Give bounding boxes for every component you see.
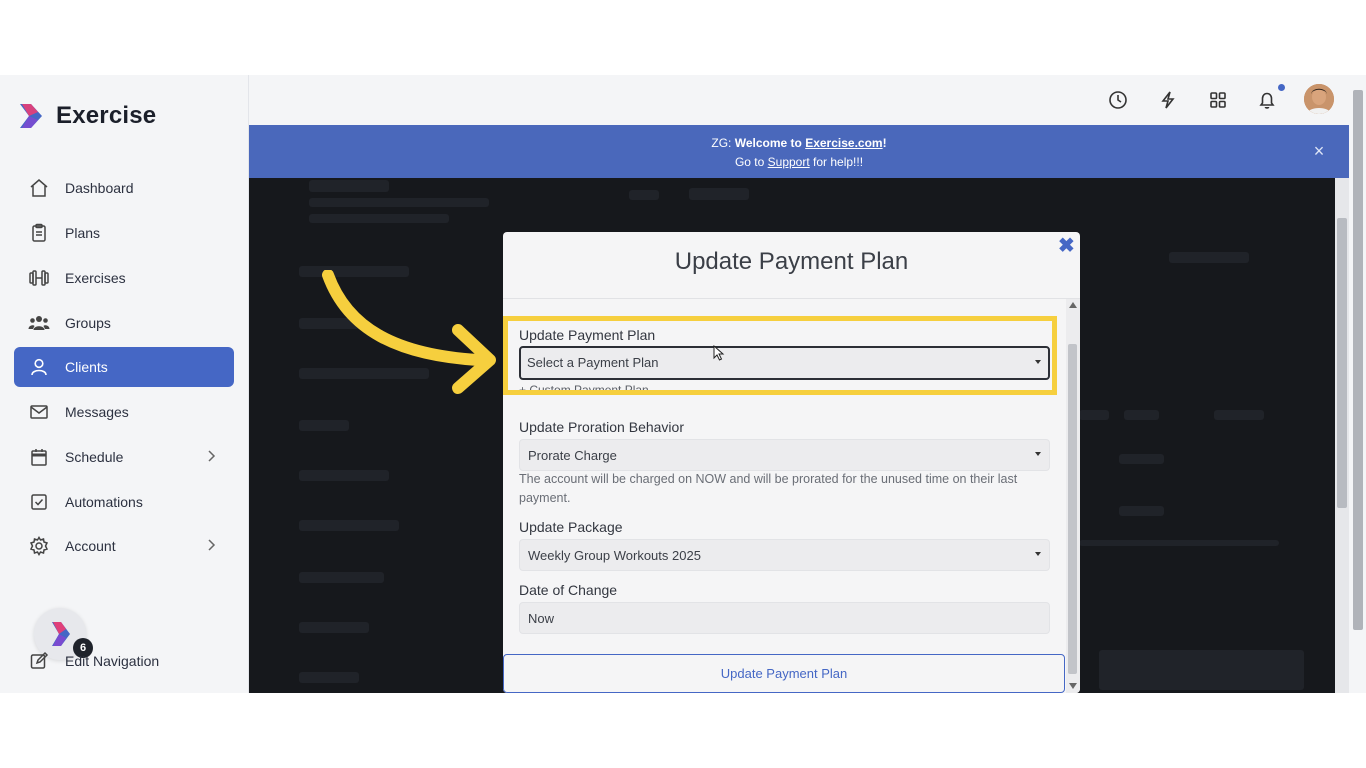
user-avatar[interactable] <box>1304 84 1334 114</box>
banner-welcome: Welcome to <box>734 136 806 150</box>
banner-help: for help!!! <box>809 155 864 169</box>
page-scrollbar[interactable] <box>1350 75 1366 693</box>
banner-exclaim: ! <box>882 136 887 150</box>
chevron-right-icon <box>206 538 216 555</box>
clipboard-icon <box>28 222 50 244</box>
content-scrollbar-thumb[interactable] <box>1337 218 1347 508</box>
sidebar-item-exercises[interactable]: Exercises <box>14 258 234 298</box>
sidebar-item-label: Exercises <box>65 270 126 286</box>
proration-help-text: The account will be charged on NOW and w… <box>519 472 1018 505</box>
bell-icon[interactable] <box>1255 88 1279 112</box>
update-payment-plan-modal: Update Payment Plan ✖ Update Proration B… <box>503 232 1080 693</box>
sidebar-item-label: Account <box>65 538 116 554</box>
modal-title: Update Payment Plan <box>674 248 909 275</box>
notification-dot <box>1278 84 1285 91</box>
brand[interactable]: Exercise <box>16 101 156 131</box>
payment-plan-label: Update Payment Plan <box>519 327 656 343</box>
support-link[interactable]: Support <box>768 155 810 169</box>
app-name: Exercise <box>56 102 157 129</box>
sidebar-item-groups[interactable]: Groups <box>14 303 234 343</box>
exercise-site-link[interactable]: Exercise.com <box>805 136 882 150</box>
app-window: Exercise Dashboard Plans Exercises Group… <box>0 75 1366 693</box>
chevron-down-icon <box>1035 360 1041 364</box>
home-icon <box>28 177 50 199</box>
top-bar <box>249 75 1366 125</box>
welcome-banner: ZG: Welcome to Exercise.com! Go to Suppo… <box>249 125 1349 178</box>
sidebar-item-messages[interactable]: Messages <box>14 392 234 432</box>
banner-line-2: Go to Support for help!!! <box>249 155 1349 169</box>
user-icon <box>28 356 50 378</box>
apps-grid-icon[interactable] <box>1206 88 1230 112</box>
proration-select-value: Prorate Charge <box>528 448 617 463</box>
mail-icon <box>28 401 50 423</box>
banner-line-1: ZG: Welcome to Exercise.com! <box>249 136 1349 150</box>
banner-prefix: ZG: <box>711 136 735 150</box>
package-label: Update Package <box>519 519 623 535</box>
sidebar-item-label: Automations <box>65 494 143 510</box>
gear-icon <box>28 535 50 557</box>
package-select[interactable]: Weekly Group Workouts 2025 <box>519 539 1050 571</box>
sidebar-item-dashboard[interactable]: Dashboard <box>14 168 234 208</box>
sidebar-item-schedule[interactable]: Schedule <box>14 437 234 477</box>
sidebar-item-label: Schedule <box>65 449 124 465</box>
custom-payment-plan-link[interactable]: + Custom Payment Plan <box>519 381 649 390</box>
chevron-down-icon <box>1035 452 1041 456</box>
sidebar-item-account[interactable]: Account <box>14 526 234 566</box>
chevron-right-icon <box>206 449 216 466</box>
date-field[interactable]: Now <box>519 602 1050 634</box>
banner-close-icon[interactable]: × <box>1309 141 1329 161</box>
scroll-up-icon[interactable] <box>1069 302 1077 308</box>
date-field-value: Now <box>528 611 555 626</box>
payment-plan-select[interactable]: Select a Payment Plan <box>519 346 1050 380</box>
update-payment-plan-button[interactable]: Update Payment Plan <box>503 654 1065 693</box>
group-icon <box>28 312 50 334</box>
sidebar-item-label: Clients <box>65 359 108 375</box>
dumbbell-icon <box>28 267 50 289</box>
package-select-value: Weekly Group Workouts 2025 <box>528 548 701 563</box>
proration-select[interactable]: Prorate Charge <box>519 439 1050 471</box>
payment-plan-select-value: Select a Payment Plan <box>527 355 659 370</box>
close-icon[interactable]: ✖ <box>1058 236 1075 256</box>
sidebar: Exercise Dashboard Plans Exercises Group… <box>0 75 249 693</box>
bolt-icon[interactable] <box>1156 88 1180 112</box>
sidebar-item-clients[interactable]: Clients <box>14 347 234 387</box>
calendar-icon <box>28 446 50 468</box>
tutorial-arrow-icon <box>322 270 496 394</box>
sidebar-item-plans[interactable]: Plans <box>14 213 234 253</box>
date-label: Date of Change <box>519 582 618 598</box>
logo-icon <box>16 101 46 131</box>
modal-scrollbar-thumb[interactable] <box>1068 344 1077 674</box>
sidebar-item-label: Plans <box>65 225 101 241</box>
banner-go-to: Go to <box>734 155 768 169</box>
proration-label: Update Proration Behavior <box>519 419 684 435</box>
scroll-down-icon[interactable] <box>1069 683 1077 689</box>
checkbox-icon <box>28 491 50 513</box>
sidebar-item-label: Groups <box>65 315 111 331</box>
sidebar-item-automations[interactable]: Automations <box>14 482 234 522</box>
sidebar-item-label: Edit Navigation <box>65 653 160 669</box>
modal-scrollbar[interactable] <box>1066 299 1080 693</box>
edit-navigation-link[interactable]: Edit Navigation <box>14 641 234 681</box>
sidebar-item-label: Dashboard <box>65 180 134 196</box>
history-icon[interactable] <box>1106 88 1130 112</box>
edit-icon <box>28 650 50 672</box>
sidebar-item-label: Messages <box>65 404 129 420</box>
chevron-down-icon <box>1035 552 1041 556</box>
page-scrollbar-thumb[interactable] <box>1353 90 1363 630</box>
mouse-cursor-icon <box>713 345 725 361</box>
content-scrollbar[interactable] <box>1335 178 1349 693</box>
